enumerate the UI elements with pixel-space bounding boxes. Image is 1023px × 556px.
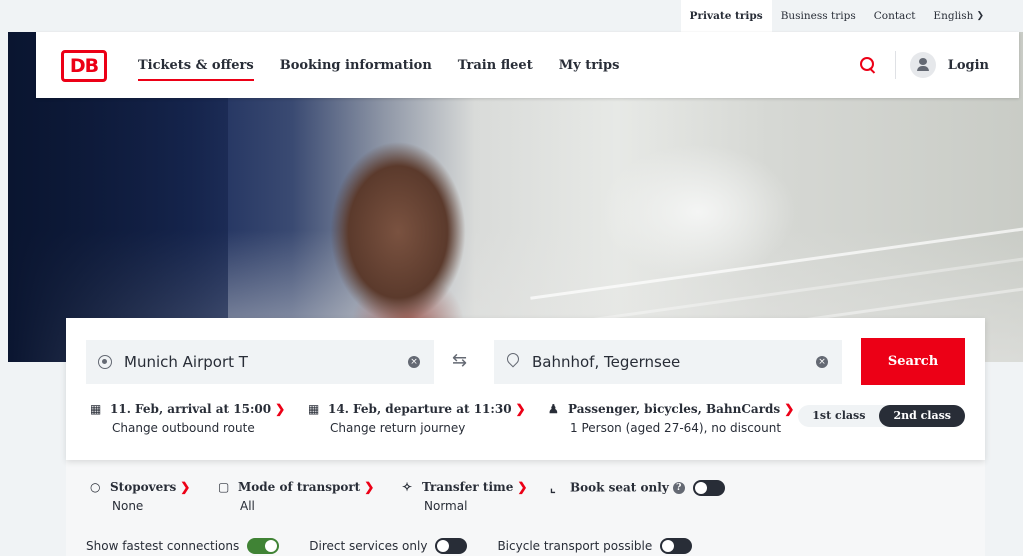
- second-class-option[interactable]: 2nd class: [879, 405, 965, 427]
- transfer-option[interactable]: ✧ Transfer time ❯ Normal: [402, 480, 527, 513]
- first-class-option[interactable]: 1st class: [798, 405, 879, 427]
- stopovers-value: None: [112, 499, 144, 513]
- seat-only-title: Book seat only: [570, 480, 669, 495]
- direct-toggle[interactable]: [435, 538, 468, 554]
- utility-bar: Private trips Business trips Contact Eng…: [36, 0, 1023, 32]
- header-divider: [894, 51, 896, 79]
- search-options: ○ Stopovers ❯ None ▢ Mode of transport ❯ All…: [66, 460, 985, 556]
- nav-booking-information[interactable]: Booking information: [280, 32, 432, 98]
- seat-icon: ⌞: [550, 480, 556, 495]
- return-title: 14. Feb, departure at 11:30: [328, 402, 512, 416]
- return-sub: Change return journey: [330, 421, 466, 435]
- language-label: English: [933, 10, 974, 22]
- person-icon: ♟: [548, 402, 559, 416]
- destination-field[interactable]: Bahnhof, Tegernsee ×: [494, 340, 842, 384]
- chevron-down-icon: ❯: [976, 11, 984, 21]
- calendar-icon: ▦: [90, 402, 102, 416]
- passengers-title: Passenger, bicycles, BahnCards: [568, 402, 781, 416]
- stopovers-title: Stopovers: [110, 480, 177, 494]
- journey-details: ▦ 11. Feb, arrival at 15:00 ❯ Change outbo…: [66, 402, 985, 446]
- passengers-info[interactable]: ♟ Passenger, bicycles, BahnCards ❯ 1 Perso…: [548, 402, 794, 435]
- fastest-label: Show fastest connections: [86, 539, 240, 553]
- swap-icon[interactable]: ⇆: [452, 350, 467, 371]
- return-info[interactable]: ▦ 14. Feb, departure at 11:30 ❯ Change ret…: [308, 402, 526, 435]
- clear-destination-icon[interactable]: ×: [816, 356, 828, 368]
- bicycle-option: Bicycle transport possible: [497, 538, 693, 554]
- user-avatar-icon[interactable]: [909, 52, 936, 78]
- chevron-right-icon: ❯: [275, 402, 286, 416]
- search-button[interactable]: Search: [861, 338, 965, 385]
- chevron-right-icon: ❯: [180, 480, 191, 494]
- transport-value: All: [240, 499, 255, 513]
- language-selector[interactable]: English ❯: [924, 0, 993, 32]
- main-nav: Tickets & offers Booking information Tra…: [138, 32, 645, 98]
- location-pin-icon: [506, 353, 520, 371]
- util-private-trips[interactable]: Private trips: [680, 0, 772, 32]
- calendar-icon: ▦: [308, 402, 320, 416]
- seat-only-toggle[interactable]: [692, 480, 725, 496]
- nav-train-fleet[interactable]: Train fleet: [458, 32, 533, 98]
- toggle-row: Show fastest connections Direct services…: [86, 538, 693, 554]
- search-icon[interactable]: [859, 56, 877, 74]
- transport-option[interactable]: ▢ Mode of transport ❯ All: [218, 480, 374, 513]
- chevron-right-icon: ❯: [364, 480, 375, 494]
- outbound-title: 11. Feb, arrival at 15:00: [110, 402, 272, 416]
- booking-card: Munich Airport T × ⇆ Bahnhof, Tegernsee …: [66, 318, 985, 460]
- fastest-toggle[interactable]: [247, 538, 280, 554]
- hero-streak: [530, 227, 1023, 300]
- transport-title: Mode of transport: [238, 480, 361, 494]
- fastest-connections-option: Show fastest connections: [86, 538, 280, 554]
- util-contact[interactable]: Contact: [865, 0, 925, 32]
- stopovers-option[interactable]: ○ Stopovers ❯ None: [90, 480, 190, 513]
- passengers-sub: 1 Person (aged 27-64), no discount: [570, 421, 782, 435]
- class-selector: 1st class 2nd class: [798, 405, 965, 427]
- help-icon[interactable]: ?: [672, 482, 685, 494]
- stopover-circle-icon: ○: [90, 480, 101, 494]
- nav-my-trips[interactable]: My trips: [559, 32, 620, 98]
- direct-services-option: Direct services only: [309, 538, 468, 554]
- seat-only-option: ⌞ Book seat only?: [550, 480, 725, 496]
- nav-tickets-offers[interactable]: Tickets & offers: [138, 32, 254, 98]
- header-actions: Login: [859, 32, 989, 98]
- walking-icon: ✧: [402, 480, 413, 494]
- outbound-sub: Change outbound route: [112, 421, 255, 435]
- util-business-trips[interactable]: Business trips: [772, 0, 865, 32]
- outbound-info[interactable]: ▦ 11. Feb, arrival at 15:00 ❯ Change outbo…: [90, 402, 285, 435]
- train-icon: ▢: [218, 480, 230, 494]
- direct-label: Direct services only: [309, 539, 428, 553]
- clear-origin-icon[interactable]: ×: [408, 356, 420, 368]
- bicycle-label: Bicycle transport possible: [497, 539, 653, 553]
- bicycle-toggle[interactable]: [660, 538, 693, 554]
- chevron-right-icon: ❯: [784, 402, 795, 416]
- chevron-right-icon: ❯: [517, 480, 528, 494]
- site-header: DB Tickets & offers Booking information …: [36, 32, 1019, 98]
- origin-input[interactable]: Munich Airport T: [124, 353, 248, 371]
- destination-input[interactable]: Bahnhof, Tegernsee: [532, 353, 680, 371]
- transfer-value: Normal: [424, 499, 468, 513]
- db-logo[interactable]: DB: [61, 50, 107, 82]
- transfer-title: Transfer time: [422, 480, 514, 494]
- login-link[interactable]: Login: [948, 58, 989, 73]
- origin-icon: [98, 355, 112, 369]
- origin-field[interactable]: Munich Airport T ×: [86, 340, 434, 384]
- chevron-right-icon: ❯: [515, 402, 526, 416]
